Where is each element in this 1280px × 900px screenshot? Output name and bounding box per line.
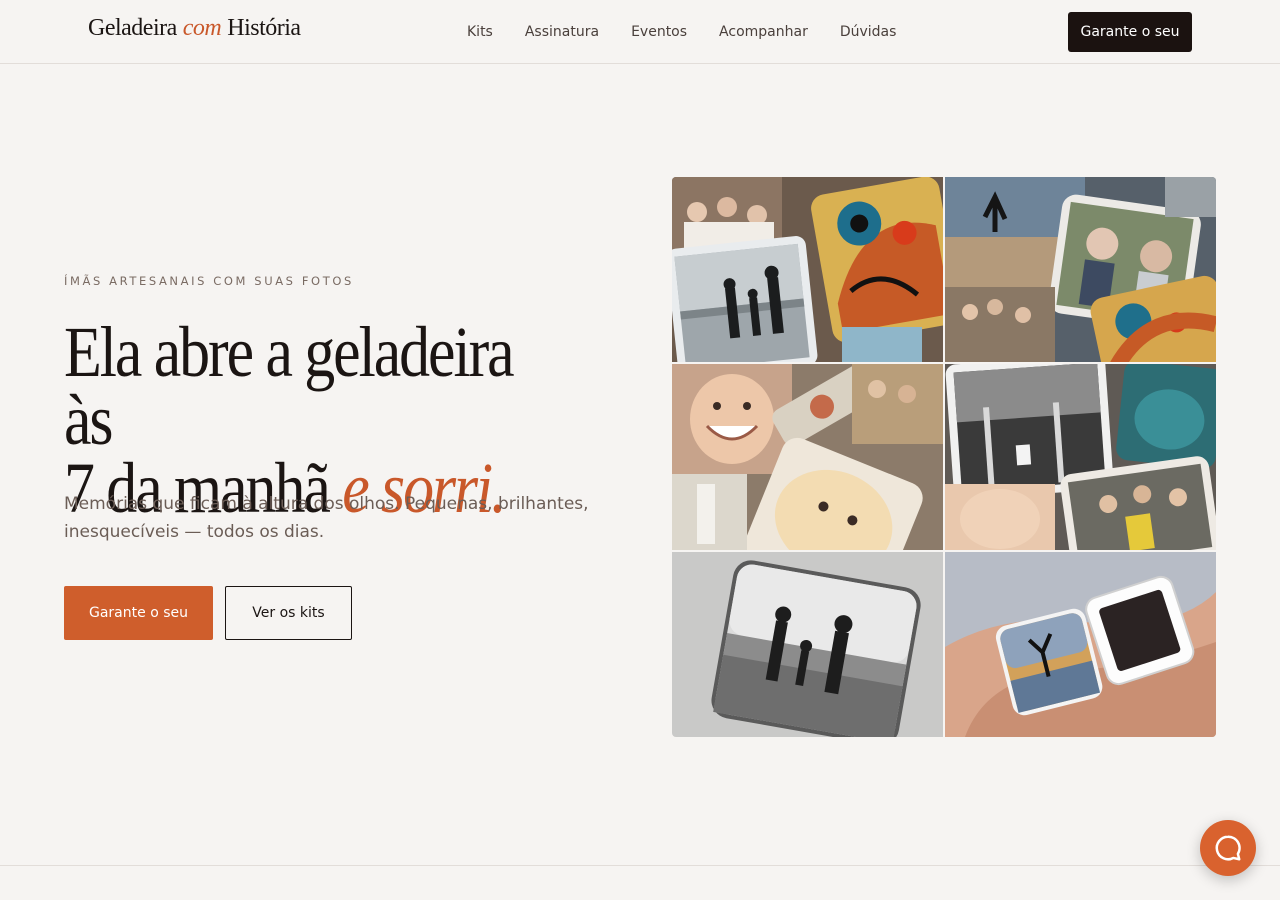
photo-tile-magnets-collage-4 bbox=[945, 364, 1216, 550]
nav-item-kits[interactable]: Kits bbox=[467, 22, 493, 42]
nav-item-duvidas[interactable]: Dúvidas bbox=[840, 22, 897, 42]
hero-headline-line1: Ela abre a geladeira às bbox=[64, 312, 515, 460]
brand-logo-part1: Geladeira bbox=[88, 15, 177, 41]
photo-tile-family-magnet bbox=[672, 552, 943, 737]
chat-button[interactable] bbox=[1200, 820, 1256, 876]
nav-item-acompanhar[interactable]: Acompanhar bbox=[719, 22, 808, 42]
section-divider bbox=[0, 865, 1280, 866]
brand-logo[interactable]: Geladeira com História bbox=[88, 15, 301, 42]
main-nav: Kits Assinatura Eventos Acompanhar Dúvid… bbox=[467, 22, 896, 42]
hero-eyebrow: ÍMÃS ARTESANAIS COM SUAS FOTOS bbox=[64, 274, 354, 288]
photo-tile-magnets-collage-1 bbox=[672, 177, 943, 362]
hero-primary-button[interactable]: Garante o seu bbox=[64, 586, 213, 640]
nav-item-assinatura[interactable]: Assinatura bbox=[525, 22, 599, 42]
photo-tile-magnets-collage-3 bbox=[672, 364, 943, 550]
nav-item-eventos[interactable]: Eventos bbox=[631, 22, 687, 42]
photo-tile-magnet-in-hand bbox=[945, 552, 1216, 737]
hero-secondary-button[interactable]: Ver os kits bbox=[225, 586, 352, 640]
photo-tile-magnets-collage-2 bbox=[945, 177, 1216, 362]
brand-logo-part3: História bbox=[227, 15, 301, 41]
hero-subtitle: Memórias que ficam à altura dos olhos. P… bbox=[64, 494, 589, 542]
header-cta-button[interactable]: Garante o seu bbox=[1068, 12, 1192, 52]
chat-bubble-icon bbox=[1213, 833, 1243, 863]
site-header: Geladeira com História Kits Assinatura E… bbox=[0, 0, 1280, 64]
photo-grid bbox=[672, 177, 1216, 737]
brand-logo-part2: com bbox=[182, 15, 222, 41]
